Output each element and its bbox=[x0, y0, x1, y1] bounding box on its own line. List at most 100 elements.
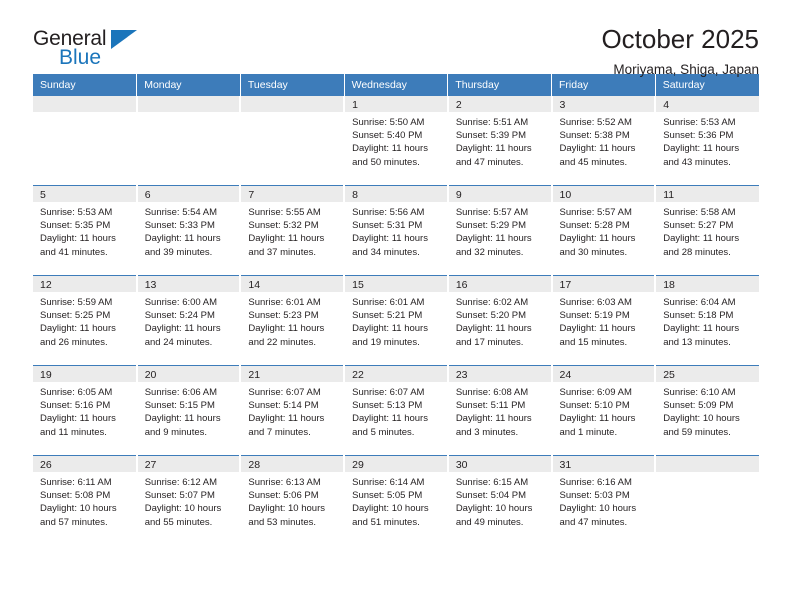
calendar-day-cell[interactable]: 20 Sunrise: 6:06 AM Sunset: 5:15 PM Dayligh… bbox=[136, 365, 242, 456]
calendar-day-cell[interactable]: 7 Sunrise: 5:55 AM Sunset: 5:32 PM Daylight… bbox=[240, 185, 346, 276]
calendar-day-cell[interactable]: 14 Sunrise: 6:01 AM Sunset: 5:23 PM Dayligh… bbox=[240, 275, 346, 366]
calendar-day-cell[interactable]: 8 Sunrise: 5:56 AM Sunset: 5:31 PM Daylight… bbox=[344, 185, 449, 276]
calendar-day-cell[interactable]: 28 Sunrise: 6:13 AM Sunset: 5:06 PM Dayligh… bbox=[240, 455, 346, 545]
day-number: 12 bbox=[33, 276, 136, 292]
sunset-text: Sunset: 5:08 PM bbox=[40, 490, 111, 502]
calendar-day-cell[interactable]: 26 Sunrise: 6:11 AM Sunset: 5:08 PM Dayligh… bbox=[33, 455, 138, 545]
day-number: 30 bbox=[448, 456, 551, 472]
daylight-text-line2: and 1 minute. bbox=[559, 426, 618, 438]
calendar-day-cell[interactable]: 17 Sunrise: 6:03 AM Sunset: 5:19 PM Dayligh… bbox=[551, 275, 657, 366]
day-details: Sunrise: 6:14 AM Sunset: 5:05 PM Daylight:… bbox=[345, 472, 447, 529]
sunset-text: Sunset: 5:05 PM bbox=[352, 490, 423, 502]
sunset-text: Sunset: 5:13 PM bbox=[352, 400, 423, 412]
daylight-text-line2: and 26 minutes. bbox=[40, 336, 108, 348]
calendar-day-cell[interactable]: 11 Sunrise: 5:58 AM Sunset: 5:27 PM Dayligh… bbox=[655, 185, 759, 276]
sunrise-text: Sunrise: 6:01 AM bbox=[248, 297, 321, 308]
calendar-day-cell[interactable]: 1 Sunrise: 5:50 AM Sunset: 5:40 PM Daylight… bbox=[344, 96, 449, 186]
calendar-day-cell[interactable]: 23 Sunrise: 6:08 AM Sunset: 5:11 PM Dayligh… bbox=[447, 365, 553, 456]
day-details: Sunrise: 6:10 AM Sunset: 5:09 PM Daylight:… bbox=[656, 382, 759, 439]
day-number: 14 bbox=[241, 276, 344, 292]
daylight-text-line2: and 47 minutes. bbox=[455, 156, 524, 168]
calendar-day-cell[interactable]: 15 Sunrise: 6:01 AM Sunset: 5:21 PM Dayligh… bbox=[344, 275, 449, 366]
calendar-day-cell[interactable]: 12 Sunrise: 5:59 AM Sunset: 5:25 PM Dayligh… bbox=[33, 275, 138, 366]
day-number: 13 bbox=[137, 276, 240, 292]
daylight-text-line2: and 37 minutes. bbox=[248, 246, 317, 258]
sunset-text: Sunset: 5:03 PM bbox=[559, 490, 630, 502]
sunrise-text: Sunrise: 5:56 AM bbox=[352, 207, 425, 218]
calendar-day-cell[interactable]: 2 Sunrise: 5:51 AM Sunset: 5:39 PM Daylight… bbox=[447, 96, 553, 186]
daylight-text-line1: Daylight: 10 hours bbox=[352, 503, 429, 515]
calendar-day-cell[interactable]: 13 Sunrise: 6:00 AM Sunset: 5:24 PM Dayligh… bbox=[136, 275, 242, 366]
day-details: Sunrise: 6:08 AM Sunset: 5:11 PM Daylight:… bbox=[449, 382, 551, 439]
sunrise-text: Sunrise: 5:59 AM bbox=[40, 297, 113, 308]
sunrise-text: Sunrise: 6:14 AM bbox=[352, 477, 425, 488]
sunrise-text: Sunrise: 6:00 AM bbox=[144, 297, 218, 308]
day-details: Sunrise: 5:56 AM Sunset: 5:31 PM Daylight:… bbox=[345, 202, 447, 259]
generalblue-logo[interactable]: General Blue bbox=[33, 26, 143, 68]
sunset-text: Sunset: 5:07 PM bbox=[144, 490, 215, 502]
sunset-text: Sunset: 5:10 PM bbox=[559, 400, 630, 412]
daylight-text-line2: and 47 minutes. bbox=[559, 516, 628, 528]
daylight-text-line2: and 9 minutes. bbox=[144, 426, 208, 438]
day-details: Sunrise: 5:57 AM Sunset: 5:29 PM Daylight:… bbox=[449, 202, 551, 259]
sunrise-text: Sunrise: 5:50 AM bbox=[352, 117, 425, 128]
sunset-text: Sunset: 5:14 PM bbox=[248, 400, 319, 412]
daylight-text-line2: and 50 minutes. bbox=[352, 156, 420, 168]
logo-triangle-icon bbox=[111, 30, 137, 49]
weekday-header-sunday: Sunday bbox=[33, 74, 138, 96]
calendar-day-cell[interactable]: 31 Sunrise: 6:16 AM Sunset: 5:03 PM Dayligh… bbox=[551, 455, 657, 545]
calendar-day-cell[interactable]: 3 Sunrise: 5:52 AM Sunset: 5:38 PM Daylight… bbox=[551, 96, 657, 186]
daylight-text-line1: Daylight: 11 hours bbox=[248, 323, 325, 335]
day-details: Sunrise: 5:59 AM Sunset: 5:25 PM Daylight:… bbox=[33, 292, 136, 349]
calendar-day-cell[interactable]: 16 Sunrise: 6:02 AM Sunset: 5:20 PM Dayligh… bbox=[447, 275, 553, 366]
calendar-day-cell[interactable]: 4 Sunrise: 5:53 AM Sunset: 5:36 PM Daylight… bbox=[655, 96, 759, 186]
day-details: Sunrise: 5:53 AM Sunset: 5:35 PM Daylight:… bbox=[33, 202, 136, 259]
day-number: 10 bbox=[552, 186, 655, 202]
calendar-day-cell[interactable]: 21 Sunrise: 6:07 AM Sunset: 5:14 PM Dayligh… bbox=[240, 365, 346, 456]
sunrise-text: Sunrise: 6:04 AM bbox=[663, 297, 736, 308]
daylight-text-line2: and 51 minutes. bbox=[352, 516, 420, 528]
daylight-text-line2: and 32 minutes. bbox=[455, 246, 524, 258]
sunset-text: Sunset: 5:25 PM bbox=[40, 310, 111, 322]
daylight-text-line2: and 28 minutes. bbox=[663, 246, 731, 258]
calendar-table: Sunday Monday Tuesday Wednesday Thursday… bbox=[33, 74, 759, 545]
sunset-text: Sunset: 5:29 PM bbox=[455, 220, 527, 232]
daylight-text-line2: and 22 minutes. bbox=[248, 336, 317, 348]
sunrise-text: Sunrise: 6:11 AM bbox=[40, 477, 112, 488]
sunrise-text: Sunrise: 6:05 AM bbox=[40, 387, 113, 398]
daylight-text-line2: and 49 minutes. bbox=[455, 516, 524, 528]
sunrise-text: Sunrise: 6:06 AM bbox=[144, 387, 218, 398]
day-details: Sunrise: 6:01 AM Sunset: 5:21 PM Daylight:… bbox=[345, 292, 447, 349]
sunrise-text: Sunrise: 5:54 AM bbox=[144, 207, 218, 218]
page-subtitle: Moriyama, Shiga, Japan bbox=[613, 62, 759, 78]
calendar-day-cell[interactable]: 30 Sunrise: 6:15 AM Sunset: 5:04 PM Dayligh… bbox=[447, 455, 553, 545]
day-number: 5 bbox=[33, 186, 136, 202]
sunrise-text: Sunrise: 6:13 AM bbox=[248, 477, 321, 488]
calendar-day-cell[interactable]: 29 Sunrise: 6:14 AM Sunset: 5:05 PM Dayligh… bbox=[344, 455, 449, 545]
calendar-day-cell[interactable]: 25 Sunrise: 6:10 AM Sunset: 5:09 PM Dayligh… bbox=[655, 365, 759, 456]
day-number: 27 bbox=[137, 456, 240, 472]
sunrise-text: Sunrise: 6:16 AM bbox=[559, 477, 632, 488]
calendar-day-cell[interactable]: 22 Sunrise: 6:07 AM Sunset: 5:13 PM Dayligh… bbox=[344, 365, 449, 456]
calendar-day-cell[interactable]: 18 Sunrise: 6:04 AM Sunset: 5:18 PM Dayligh… bbox=[655, 275, 759, 366]
day-details: Sunrise: 5:58 AM Sunset: 5:27 PM Daylight:… bbox=[656, 202, 759, 259]
page-header: General Blue October 2025 Moriyama, Shig… bbox=[33, 0, 759, 77]
sunset-text: Sunset: 5:39 PM bbox=[455, 130, 527, 142]
calendar-day-cell-empty bbox=[136, 96, 242, 186]
calendar-day-cell[interactable]: 10 Sunrise: 5:57 AM Sunset: 5:28 PM Dayligh… bbox=[551, 185, 657, 276]
daylight-text-line1: Daylight: 11 hours bbox=[352, 143, 428, 155]
calendar-day-cell[interactable]: 6 Sunrise: 5:54 AM Sunset: 5:33 PM Daylight… bbox=[136, 185, 242, 276]
calendar-day-cell[interactable]: 24 Sunrise: 6:09 AM Sunset: 5:10 PM Dayligh… bbox=[551, 365, 657, 456]
day-number: 18 bbox=[656, 276, 759, 292]
calendar-day-cell[interactable]: 19 Sunrise: 6:05 AM Sunset: 5:16 PM Dayligh… bbox=[33, 365, 138, 456]
day-details: Sunrise: 6:03 AM Sunset: 5:19 PM Daylight:… bbox=[553, 292, 655, 349]
day-number: 4 bbox=[656, 96, 759, 112]
calendar-day-cell[interactable]: 9 Sunrise: 5:57 AM Sunset: 5:29 PM Daylight… bbox=[447, 185, 553, 276]
day-number: 16 bbox=[448, 276, 551, 292]
daylight-text-line1: Daylight: 11 hours bbox=[559, 413, 636, 425]
daylight-text-line2: and 39 minutes. bbox=[144, 246, 213, 258]
calendar-day-cell[interactable]: 27 Sunrise: 6:12 AM Sunset: 5:07 PM Dayligh… bbox=[136, 455, 242, 545]
calendar-day-cell[interactable]: 5 Sunrise: 5:53 AM Sunset: 5:35 PM Daylight… bbox=[33, 185, 138, 276]
day-number: 8 bbox=[345, 186, 447, 202]
daylight-text-line2: and 17 minutes. bbox=[455, 336, 524, 348]
